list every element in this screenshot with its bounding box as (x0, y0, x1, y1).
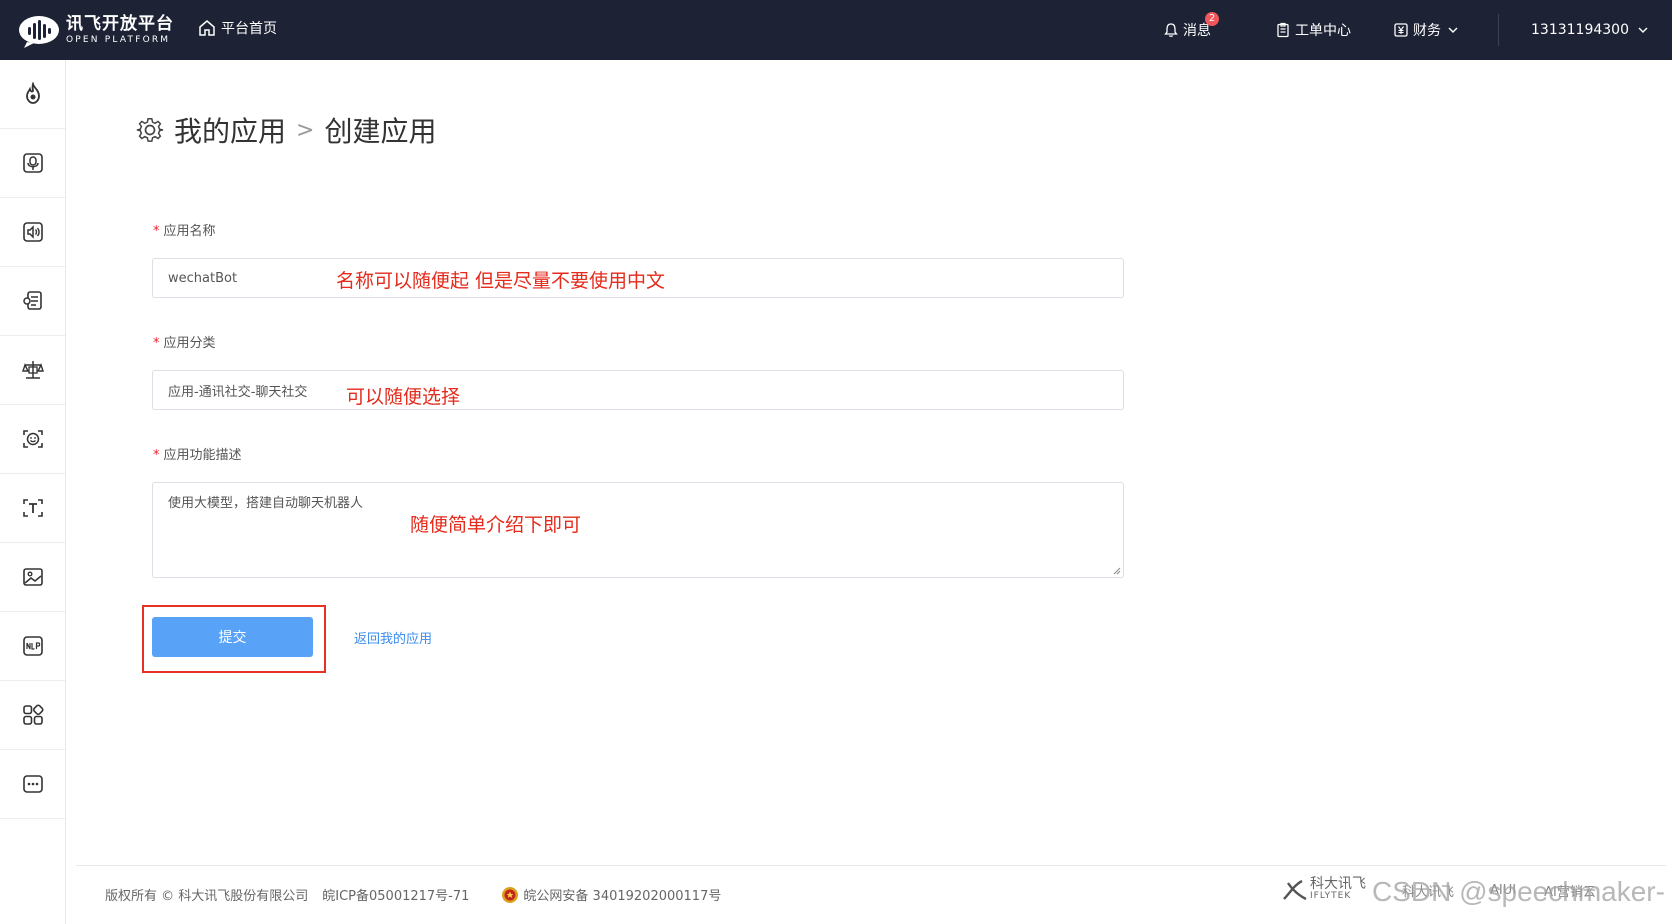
apps-grid-icon (22, 704, 44, 725)
sidebar-item-hot[interactable] (0, 60, 65, 129)
logo-title: 讯飞开放平台 (66, 14, 174, 34)
app-category-select[interactable]: 应用-通讯社交-聊天社交 (152, 370, 1124, 410)
home-icon (199, 20, 215, 36)
footer: 版权所有 © 科大讯飞股份有限公司 皖ICP备05001217号-71 皖公网安… (105, 885, 735, 904)
messages-button[interactable]: 消息 2 (1163, 12, 1219, 40)
scale-icon (21, 361, 44, 379)
home-link[interactable]: 平台首页 (198, 18, 277, 38)
name-annotation: 名称可以随便起 但是尽量不要使用中文 (336, 270, 666, 292)
messages-count-badge: 2 (1205, 12, 1219, 26)
sidebar-item-speech-synthesis[interactable] (0, 198, 65, 267)
brand-name-en: IFLYTEK (1310, 891, 1352, 901)
footer-icp-link[interactable]: 皖ICP备05001217号-71 (322, 885, 469, 904)
finance-dropdown[interactable]: 财务 (1393, 20, 1463, 40)
app-description-textarea[interactable]: 使用大模型，搭建自动聊天机器人 (152, 482, 1124, 578)
sidebar-item-speech-recognition[interactable] (0, 129, 65, 198)
sidebar-item-voice-document[interactable] (0, 267, 65, 336)
text-recognition-icon (22, 499, 43, 517)
breadcrumb-parent[interactable]: 我的应用 (174, 110, 286, 150)
account-name: 13131194300 (1531, 22, 1629, 38)
sidebar-item-text-recognition[interactable] (0, 474, 65, 543)
submit-button[interactable]: 提交 (152, 617, 313, 657)
sidebar-item-evaluation[interactable] (0, 336, 65, 405)
csdn-watermark: CSDN @speechmaker- (1372, 876, 1665, 907)
chevron-down-icon (1448, 27, 1458, 33)
footer-police-record[interactable]: 皖公网安备 34019202000117号 (501, 885, 721, 904)
app-category-value: 应用-通讯社交-聊天社交 (168, 384, 308, 400)
yuan-icon (1394, 23, 1408, 37)
sidebar-item-image[interactable] (0, 543, 65, 612)
chevron-down-icon (1638, 27, 1648, 33)
breadcrumb-current: 创建应用 (324, 115, 437, 148)
ticket-center-button[interactable]: 工单中心 (1275, 20, 1351, 40)
sidebar-item-face[interactable] (0, 405, 65, 474)
iflytek-logo-icon (1283, 879, 1307, 901)
ticket-center-label: 工单中心 (1295, 23, 1351, 39)
flame-icon (25, 82, 40, 104)
app-description-value: 使用大模型，搭建自动聊天机器人 (168, 496, 364, 511)
app-name-label: * 应用名称 (153, 224, 216, 239)
brand-name: 科大讯飞 (1310, 876, 1366, 892)
clipboard-icon (1277, 22, 1289, 38)
sidebar-item-nlp[interactable] (0, 612, 65, 681)
home-link-label: 平台首页 (221, 21, 277, 37)
back-to-my-apps-link[interactable]: 返回我的应用 (354, 628, 432, 647)
gear-icon (136, 118, 164, 142)
app-description-label: * 应用功能描述 (153, 448, 242, 463)
app-category-label: * 应用分类 (153, 336, 216, 351)
breadcrumb-separator: > (296, 117, 315, 143)
sidebar-item-more[interactable] (0, 750, 65, 819)
top-navigation-bar: 讯飞开放平台 OPEN PLATFORM 平台首页 消息 2 工单中心 财务 1… (0, 0, 1672, 60)
resize-handle-icon[interactable] (1113, 567, 1121, 575)
logo-subtitle: OPEN PLATFORM (66, 35, 171, 45)
more-icon (22, 775, 43, 793)
microphone-icon (22, 153, 43, 173)
finance-label: 财务 (1413, 23, 1441, 39)
footer-divider (76, 865, 1666, 866)
app-name-value: wechatBot (168, 270, 238, 286)
sidebar-item-apps[interactable] (0, 681, 65, 750)
iflytek-brand-logo[interactable]: 科大讯飞 IFLYTEK (1282, 876, 1366, 902)
face-icon (22, 430, 43, 448)
nav-divider (1498, 14, 1499, 46)
category-annotation: 可以随便选择 (346, 386, 461, 408)
account-dropdown[interactable]: 13131194300 (1531, 22, 1653, 38)
cloud-voice-logo-icon (19, 16, 59, 48)
breadcrumb: 我的应用 > 创建应用 (136, 110, 436, 150)
footer-copyright: 版权所有 © 科大讯飞股份有限公司 (105, 889, 309, 904)
document-voice-icon (22, 291, 42, 310)
platform-logo[interactable]: 讯飞开放平台 OPEN PLATFORM (18, 12, 174, 48)
nlp-icon (22, 636, 43, 656)
sidebar (0, 60, 66, 924)
speaker-icon (22, 222, 43, 242)
image-icon (22, 568, 43, 586)
police-badge-icon (502, 886, 519, 903)
bell-icon (1164, 23, 1178, 37)
description-annotation: 随便简单介绍下即可 (410, 514, 582, 536)
